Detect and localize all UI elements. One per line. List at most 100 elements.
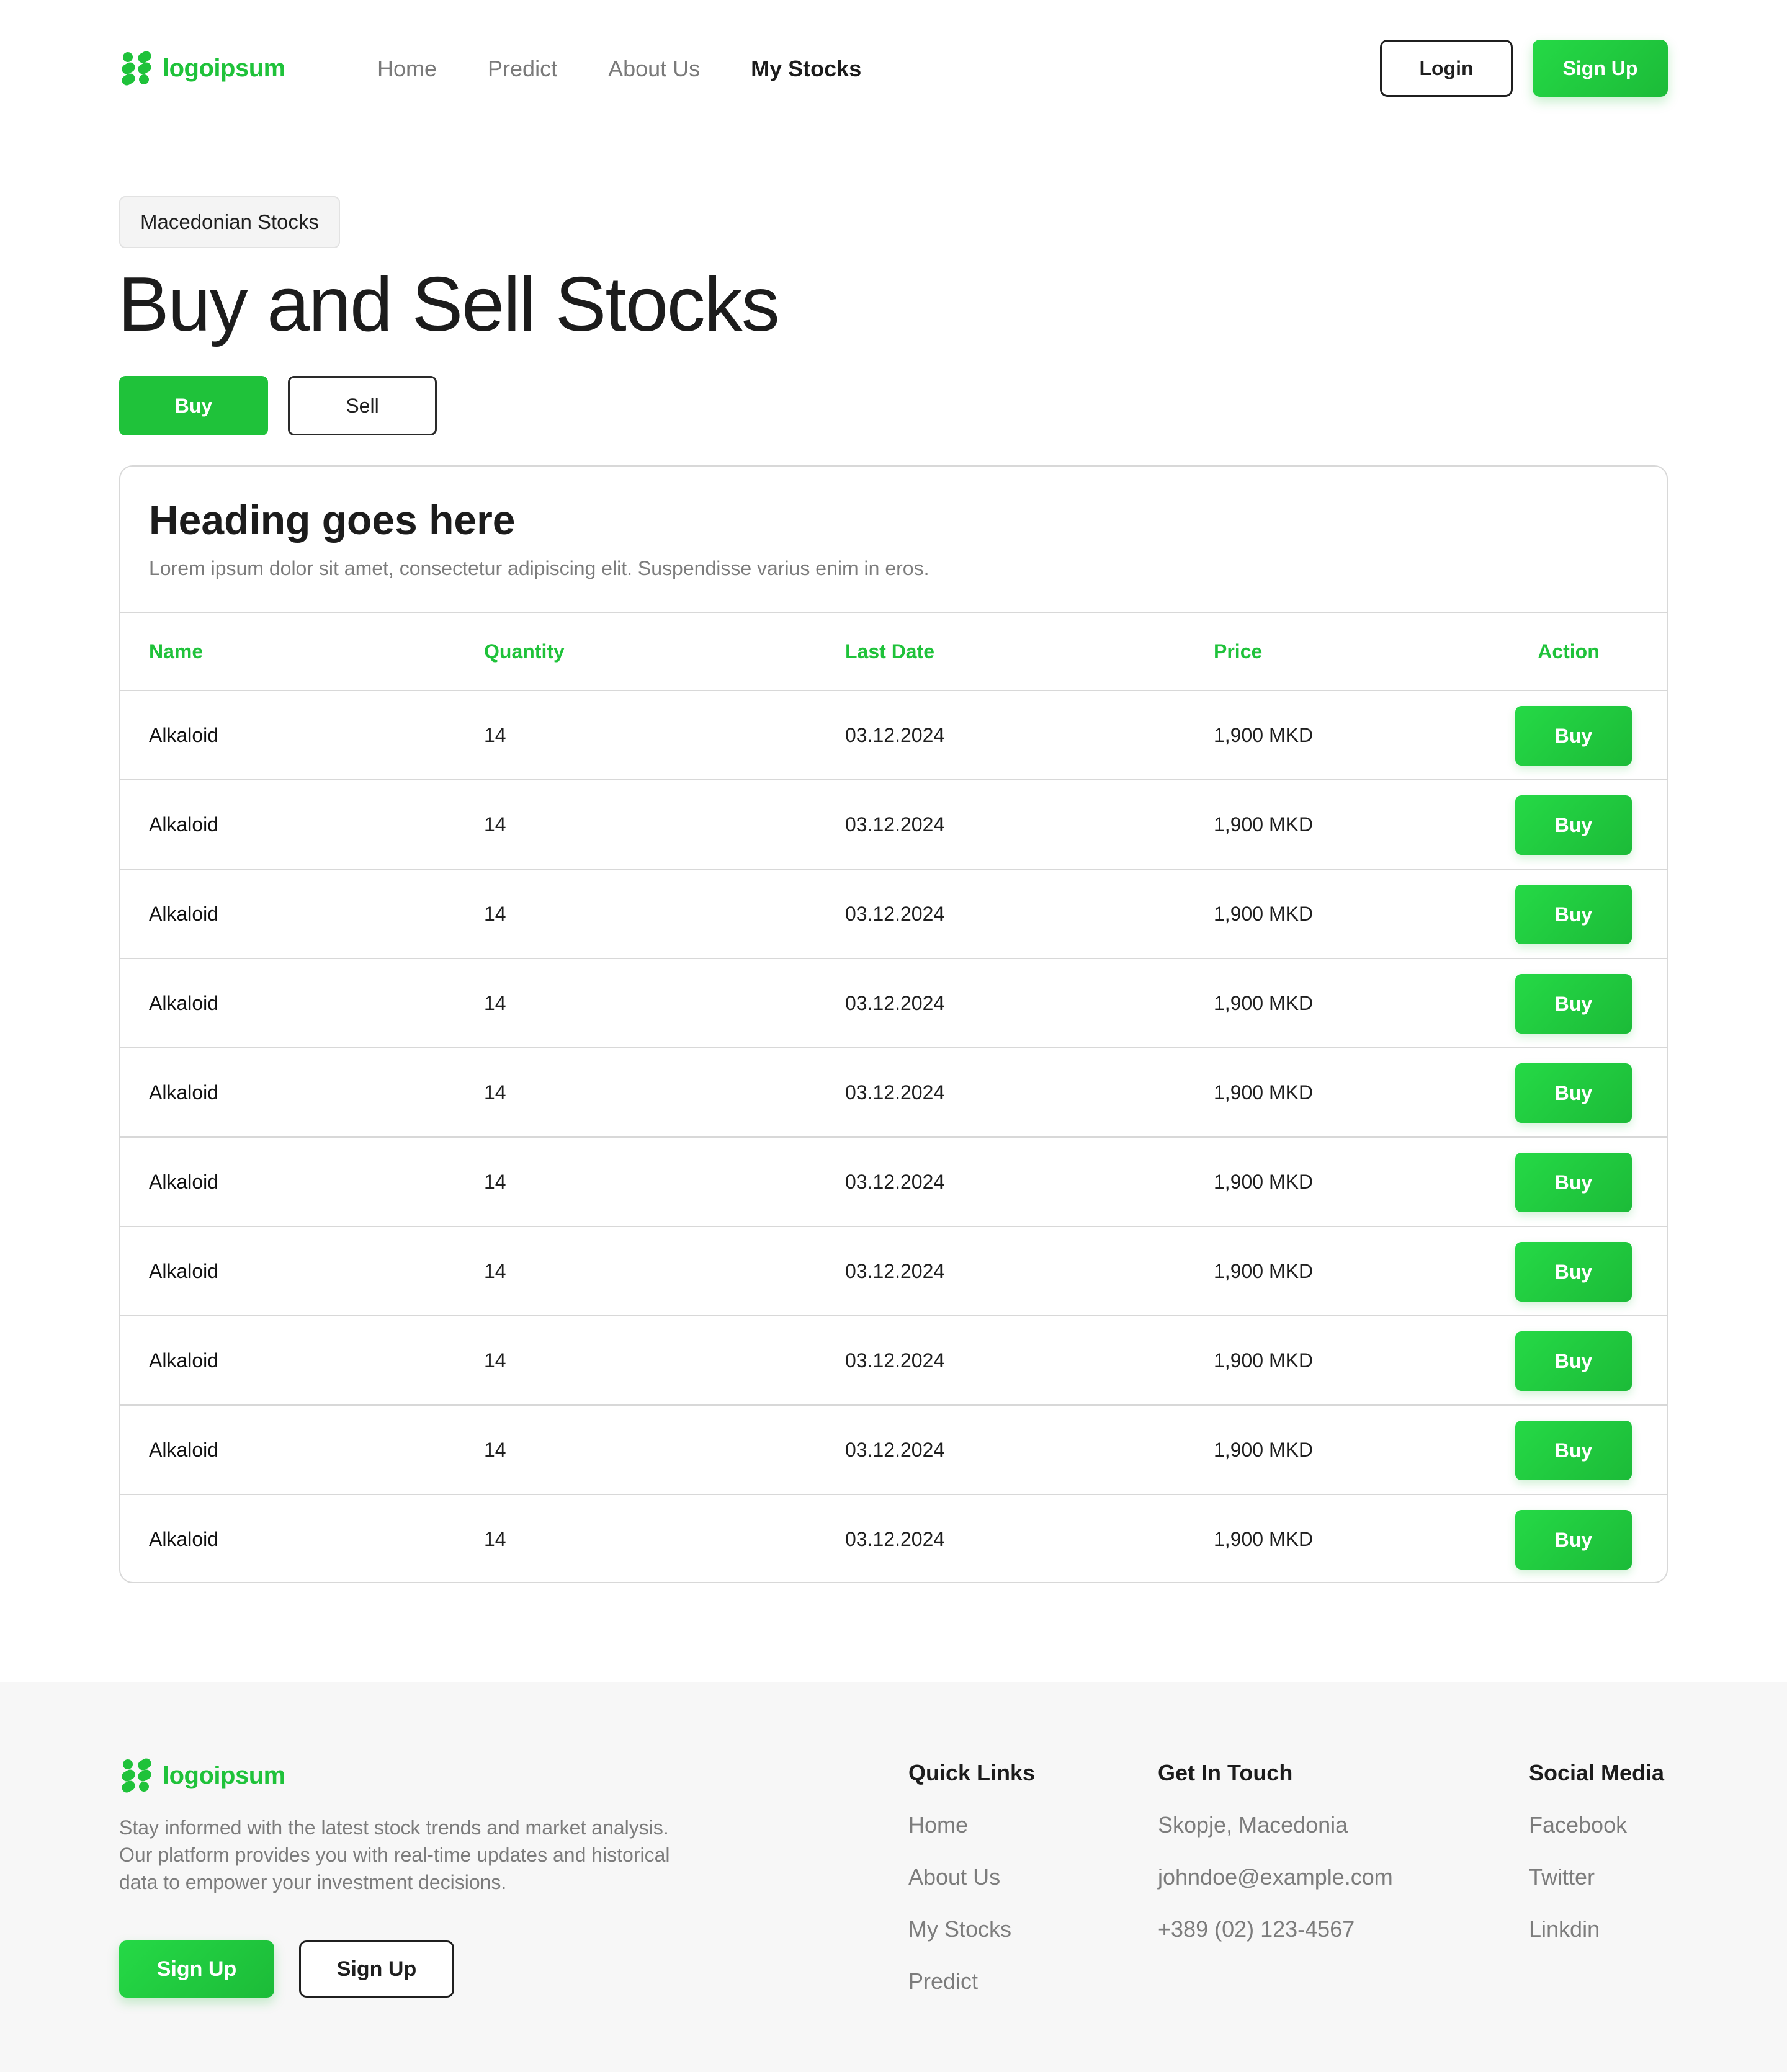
cell-price: 1,900 MKD — [1214, 1349, 1314, 1372]
column-header-action: Action — [1538, 640, 1600, 663]
main-nav: Home Predict About Us My Stocks — [377, 52, 861, 86]
tab-buy[interactable]: Buy — [119, 376, 268, 435]
cell-price: 1,900 MKD — [1214, 1527, 1314, 1550]
cell-name: Alkaloid — [149, 1081, 219, 1104]
cell-price: 1,900 MKD — [1214, 902, 1314, 925]
footer-signup-primary-button[interactable]: Sign Up — [119, 1940, 274, 1998]
nav-home[interactable]: Home — [377, 52, 437, 86]
cell-name: Alkaloid — [149, 1349, 219, 1372]
cell-price: 1,900 MKD — [1214, 723, 1314, 746]
footer-social-media: Social Media Facebook Twitter Linkdin — [1529, 1759, 1664, 1968]
login-button[interactable]: Login — [1380, 40, 1513, 97]
cell-name: Alkaloid — [149, 902, 219, 925]
cell-name: Alkaloid — [149, 991, 219, 1014]
cell-price: 1,900 MKD — [1214, 813, 1314, 836]
footer-link-predict[interactable]: Predict — [908, 1968, 1035, 1995]
cell-last-date: 03.12.2024 — [845, 1081, 945, 1104]
category-badge: Macedonian Stocks — [119, 196, 340, 248]
footer-social-media-title: Social Media — [1529, 1760, 1665, 1785]
nav-about-us[interactable]: About Us — [608, 52, 700, 86]
table-row: Alkaloid 14 03.12.2024 1,900 MKD Buy — [120, 1048, 1667, 1138]
nav-predict[interactable]: Predict — [488, 52, 557, 86]
footer-signup-secondary-button[interactable]: Sign Up — [299, 1940, 454, 1998]
row-buy-button[interactable]: Buy — [1515, 1331, 1632, 1391]
row-buy-button[interactable]: Buy — [1515, 1510, 1632, 1570]
row-buy-button[interactable]: Buy — [1515, 1242, 1632, 1302]
cell-last-date: 03.12.2024 — [845, 991, 945, 1014]
row-buy-button[interactable]: Buy — [1515, 885, 1632, 944]
row-buy-button[interactable]: Buy — [1515, 706, 1632, 766]
footer-link-linkedin[interactable]: Linkdin — [1529, 1916, 1664, 1943]
cell-last-date: 03.12.2024 — [845, 1349, 945, 1372]
card-subheading: Lorem ipsum dolor sit amet, consectetur … — [149, 557, 929, 579]
cell-name: Alkaloid — [149, 1259, 219, 1282]
cell-name: Alkaloid — [149, 1527, 219, 1550]
signup-button[interactable]: Sign Up — [1533, 40, 1668, 97]
footer-description-line: Stay informed with the latest stock tren… — [119, 1816, 669, 1839]
cell-quantity: 14 — [484, 1349, 506, 1372]
footer-get-in-touch: Get In Touch Skopje, Macedonia johndoe@e… — [1158, 1759, 1393, 1968]
table-row: Alkaloid 14 03.12.2024 1,900 MKD Buy — [120, 959, 1667, 1048]
row-buy-button[interactable]: Buy — [1515, 1421, 1632, 1480]
row-buy-button[interactable]: Buy — [1515, 1063, 1632, 1123]
cell-last-date: 03.12.2024 — [845, 1527, 945, 1550]
row-buy-button[interactable]: Buy — [1515, 974, 1632, 1034]
cell-quantity: 14 — [484, 902, 506, 925]
footer-link-facebook[interactable]: Facebook — [1529, 1811, 1664, 1839]
table-row: Alkaloid 14 03.12.2024 1,900 MKD Buy — [120, 780, 1667, 870]
table-row: Alkaloid 14 03.12.2024 1,900 MKD Buy — [120, 691, 1667, 780]
column-header-price: Price — [1214, 640, 1263, 663]
table-row: Alkaloid 14 03.12.2024 1,900 MKD Buy — [120, 870, 1667, 959]
table-row: Alkaloid 14 03.12.2024 1,900 MKD Buy — [120, 1495, 1667, 1582]
footer-address: Skopje, Macedonia — [1158, 1812, 1348, 1838]
page-title: Buy and Sell Stocks — [118, 262, 780, 347]
cell-price: 1,900 MKD — [1214, 1438, 1314, 1461]
cell-last-date: 03.12.2024 — [845, 1170, 945, 1193]
table-row: Alkaloid 14 03.12.2024 1,900 MKD Buy — [120, 1227, 1667, 1316]
footer-link-my-stocks[interactable]: My Stocks — [908, 1916, 1035, 1943]
footer-quick-links: Quick Links Home About Us My Stocks Pred… — [908, 1759, 1035, 2020]
cell-price: 1,900 MKD — [1214, 1259, 1314, 1282]
site-footer: logoipsum Stay informed with the latest … — [0, 1682, 1787, 2072]
table-row: Alkaloid 14 03.12.2024 1,900 MKD Buy — [120, 1406, 1667, 1495]
logo-mark-icon — [119, 1757, 154, 1794]
footer-email[interactable]: johndoe@example.com — [1158, 1864, 1393, 1891]
cell-price: 1,900 MKD — [1214, 1170, 1314, 1193]
cell-last-date: 03.12.2024 — [845, 902, 945, 925]
cell-last-date: 03.12.2024 — [845, 1259, 945, 1282]
table-row: Alkaloid 14 03.12.2024 1,900 MKD Buy — [120, 1138, 1667, 1227]
column-header-name: Name — [149, 640, 204, 663]
cell-name: Alkaloid — [149, 813, 219, 836]
stocks-table-card: Heading goes here Lorem ipsum dolor sit … — [119, 465, 1668, 1583]
cell-price: 1,900 MKD — [1214, 991, 1314, 1014]
cell-quantity: 14 — [484, 1170, 506, 1193]
logo-text: logoipsum — [163, 54, 285, 82]
footer-description-line: data to empower your investment decision… — [119, 1871, 507, 1893]
row-buy-button[interactable]: Buy — [1515, 1153, 1632, 1212]
footer-link-about-us[interactable]: About Us — [908, 1864, 1035, 1891]
cell-last-date: 03.12.2024 — [845, 723, 945, 746]
cell-price: 1,900 MKD — [1214, 1081, 1314, 1104]
nav-my-stocks[interactable]: My Stocks — [751, 52, 861, 86]
footer-description-line: Our platform provides you with real-time… — [119, 1844, 670, 1866]
tab-sell[interactable]: Sell — [288, 376, 437, 435]
card-heading: Heading goes here — [149, 497, 516, 543]
cell-last-date: 03.12.2024 — [845, 813, 945, 836]
table-header-row: Name Quantity Last Date Price Action — [120, 613, 1667, 691]
header-logo[interactable]: logoipsum — [119, 50, 285, 87]
cell-quantity: 14 — [484, 813, 506, 836]
footer-quick-links-title: Quick Links — [908, 1760, 1036, 1785]
row-buy-button[interactable]: Buy — [1515, 795, 1632, 855]
footer-link-home[interactable]: Home — [908, 1811, 1035, 1839]
cell-quantity: 14 — [484, 723, 506, 746]
column-header-quantity: Quantity — [484, 640, 565, 663]
cell-quantity: 14 — [484, 991, 506, 1014]
footer-description: Stay informed with the latest stock tren… — [119, 1814, 740, 1896]
footer-logo[interactable]: logoipsum — [119, 1757, 285, 1794]
cell-last-date: 03.12.2024 — [845, 1438, 945, 1461]
table-row: Alkaloid 14 03.12.2024 1,900 MKD Buy — [120, 1316, 1667, 1406]
footer-phone[interactable]: +389 (02) 123-4567 — [1158, 1916, 1393, 1943]
footer-link-twitter[interactable]: Twitter — [1529, 1864, 1664, 1891]
cell-name: Alkaloid — [149, 1438, 219, 1461]
logo-mark-icon — [119, 50, 154, 87]
